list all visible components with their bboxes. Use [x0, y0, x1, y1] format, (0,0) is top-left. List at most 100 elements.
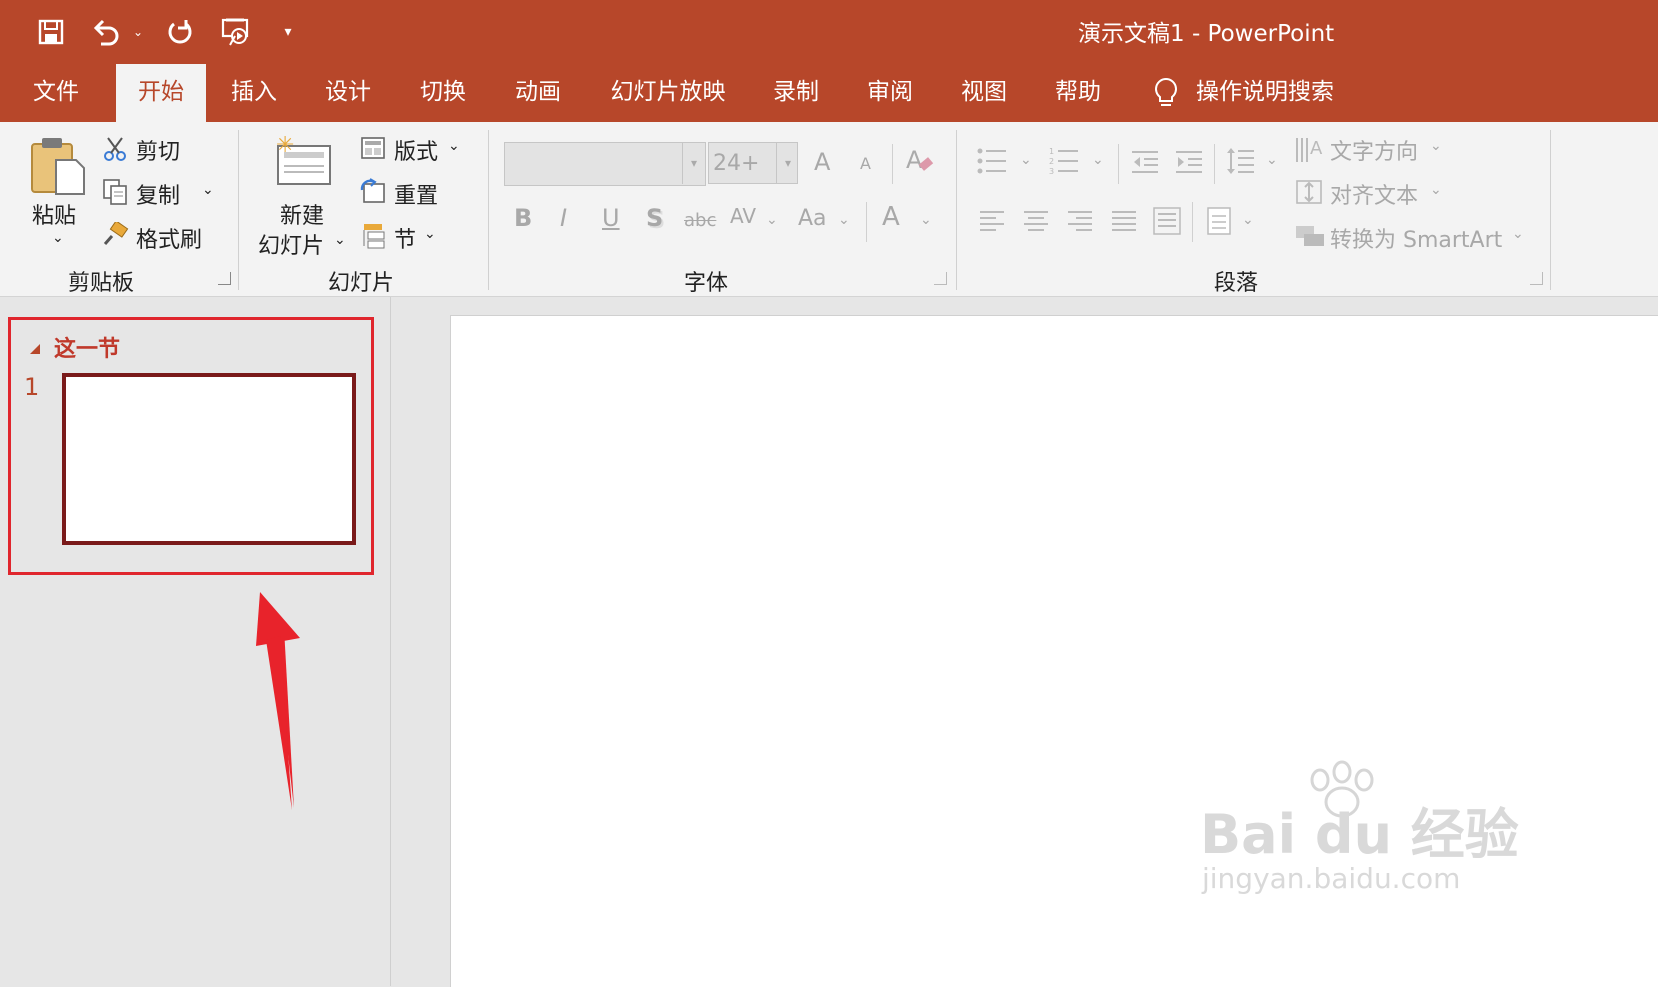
group-separator — [892, 144, 893, 184]
group-separator — [488, 130, 489, 290]
tab-slideshow[interactable]: 幻灯片放映 — [596, 64, 740, 122]
align-text-button[interactable]: 对齐文本 — [1330, 178, 1418, 210]
clipboard-launcher-icon[interactable] — [218, 272, 231, 285]
cut-button[interactable]: 剪切 — [136, 134, 180, 166]
save-icon[interactable] — [34, 14, 68, 50]
new-slide-icon[interactable]: ✳ — [272, 132, 334, 192]
align-right-icon[interactable] — [1066, 210, 1094, 238]
grow-font-icon[interactable]: A — [814, 148, 830, 176]
start-from-beginning-icon[interactable] — [218, 14, 254, 50]
copy-button[interactable]: 复制 — [136, 178, 180, 210]
section-name[interactable]: 这一节 — [54, 331, 120, 363]
tab-design[interactable]: 设计 — [312, 64, 384, 122]
change-case-button[interactable]: Aa — [798, 206, 827, 231]
align-left-icon[interactable] — [978, 210, 1006, 238]
new-slide-button-line1[interactable]: 新建 — [280, 198, 324, 230]
columns-dropdown-icon[interactable]: ⌄ — [1242, 212, 1254, 228]
tab-transitions[interactable]: 切换 — [406, 64, 480, 122]
title-bar: ⌄ ▾ 演示文稿1 - PowerPoint — [0, 0, 1658, 64]
svg-text:A: A — [906, 146, 923, 174]
reset-icon — [358, 178, 386, 208]
paragraph-group-label: 段落 — [1214, 271, 1259, 296]
clipboard-group-label: 剪贴板 — [68, 271, 135, 296]
svg-text:1: 1 — [1049, 147, 1054, 156]
character-spacing-dropdown-icon[interactable]: ⌄ — [766, 212, 778, 228]
slide-thumbnail-pane: 这一节 1 — [0, 297, 391, 986]
tell-me-search[interactable]: 操作说明搜索 — [1196, 64, 1348, 122]
convert-to-smartart-button[interactable]: 转换为 SmartArt — [1330, 222, 1502, 254]
increase-indent-icon[interactable] — [1174, 150, 1204, 178]
font-size-dropdown-icon[interactable]: ▾ — [776, 142, 799, 184]
customize-toolbar-icon[interactable]: ▾ — [278, 14, 298, 50]
paste-button[interactable]: 粘贴 — [32, 198, 76, 230]
font-color-dropdown-icon[interactable]: ⌄ — [920, 212, 932, 228]
distributed-icon[interactable] — [1152, 206, 1182, 240]
bold-button[interactable]: B — [514, 204, 532, 232]
slide-thumbnail[interactable] — [62, 373, 356, 545]
align-center-icon[interactable] — [1022, 210, 1050, 238]
section-button[interactable]: 节 — [394, 222, 416, 254]
paragraph-launcher-icon[interactable] — [1530, 272, 1543, 285]
italic-button[interactable]: I — [560, 204, 567, 232]
line-spacing-icon[interactable] — [1226, 146, 1256, 180]
undo-icon[interactable] — [88, 14, 124, 50]
scissors-icon — [102, 136, 128, 166]
redo-icon[interactable] — [162, 14, 198, 50]
ribbon-tabs: 文件 开始 插入 设计 切换 动画 幻灯片放映 录制 审阅 视图 帮助 操作说明… — [0, 64, 1658, 122]
strikethrough-button[interactable]: abc — [684, 210, 716, 231]
section-icon — [358, 220, 388, 254]
group-separator — [1550, 130, 1551, 290]
numbering-dropdown-icon[interactable]: ⌄ — [1092, 152, 1104, 168]
tab-home[interactable]: 开始 — [116, 64, 206, 122]
shrink-font-icon[interactable]: A — [860, 154, 871, 173]
align-text-icon — [1294, 178, 1324, 210]
tab-review[interactable]: 审阅 — [854, 64, 926, 122]
copy-dropdown-icon[interactable]: ⌄ — [202, 182, 214, 198]
line-spacing-dropdown-icon[interactable]: ⌄ — [1266, 152, 1278, 168]
svg-text:✳: ✳ — [276, 133, 294, 158]
font-name-box[interactable] — [504, 142, 706, 186]
paste-icon[interactable] — [28, 134, 88, 200]
numbering-icon[interactable]: 123 — [1048, 146, 1080, 180]
section-dropdown-icon[interactable]: ⌄ — [424, 226, 436, 242]
smartart-dropdown-icon[interactable]: ⌄ — [1512, 226, 1524, 242]
tab-insert[interactable]: 插入 — [218, 64, 290, 122]
clear-formatting-icon[interactable]: A — [904, 144, 936, 180]
change-case-dropdown-icon[interactable]: ⌄ — [838, 212, 850, 228]
new-slide-dropdown-icon[interactable]: ⌄ — [334, 232, 346, 248]
collapse-section-icon[interactable] — [28, 341, 42, 360]
group-separator — [1118, 144, 1119, 184]
underline-button[interactable]: U — [602, 204, 620, 232]
bullets-icon[interactable] — [976, 146, 1008, 180]
annotation-arrow — [256, 592, 300, 810]
lightbulb-icon — [1152, 76, 1180, 114]
svg-text:3: 3 — [1049, 167, 1054, 176]
tab-file[interactable]: 文件 — [14, 64, 98, 122]
slides-group-label: 幻灯片 — [328, 271, 395, 296]
character-spacing-button[interactable]: AV — [730, 204, 756, 228]
justify-icon[interactable] — [1110, 210, 1138, 238]
bullets-dropdown-icon[interactable]: ⌄ — [1020, 152, 1032, 168]
font-name-dropdown-icon[interactable]: ▾ — [682, 142, 705, 184]
tab-record[interactable]: 录制 — [760, 64, 832, 122]
layout-dropdown-icon[interactable]: ⌄ — [448, 138, 460, 154]
shadow-button[interactable]: S — [646, 204, 663, 232]
font-launcher-icon[interactable] — [934, 272, 947, 285]
format-painter-button[interactable]: 格式刷 — [136, 222, 202, 254]
align-text-dropdown-icon[interactable]: ⌄ — [1430, 182, 1442, 198]
watermark-url: jingyan.baidu.com — [1202, 862, 1461, 895]
text-direction-icon: A — [1294, 134, 1326, 168]
decrease-indent-icon[interactable] — [1130, 150, 1160, 178]
new-slide-button-line2[interactable]: 幻灯片 — [258, 228, 324, 260]
layout-button[interactable]: 版式 — [394, 134, 438, 166]
tab-help[interactable]: 帮助 — [1042, 64, 1114, 122]
undo-dropdown-icon[interactable]: ⌄ — [128, 14, 148, 50]
tab-view[interactable]: 视图 — [948, 64, 1020, 122]
columns-icon[interactable] — [1206, 206, 1232, 240]
font-color-button[interactable]: A — [882, 202, 900, 232]
tab-animations[interactable]: 动画 — [502, 64, 574, 122]
paste-dropdown-icon[interactable]: ⌄ — [52, 230, 64, 246]
text-direction-button[interactable]: 文字方向 — [1330, 134, 1418, 166]
text-direction-dropdown-icon[interactable]: ⌄ — [1430, 138, 1442, 154]
reset-button[interactable]: 重置 — [394, 178, 438, 210]
